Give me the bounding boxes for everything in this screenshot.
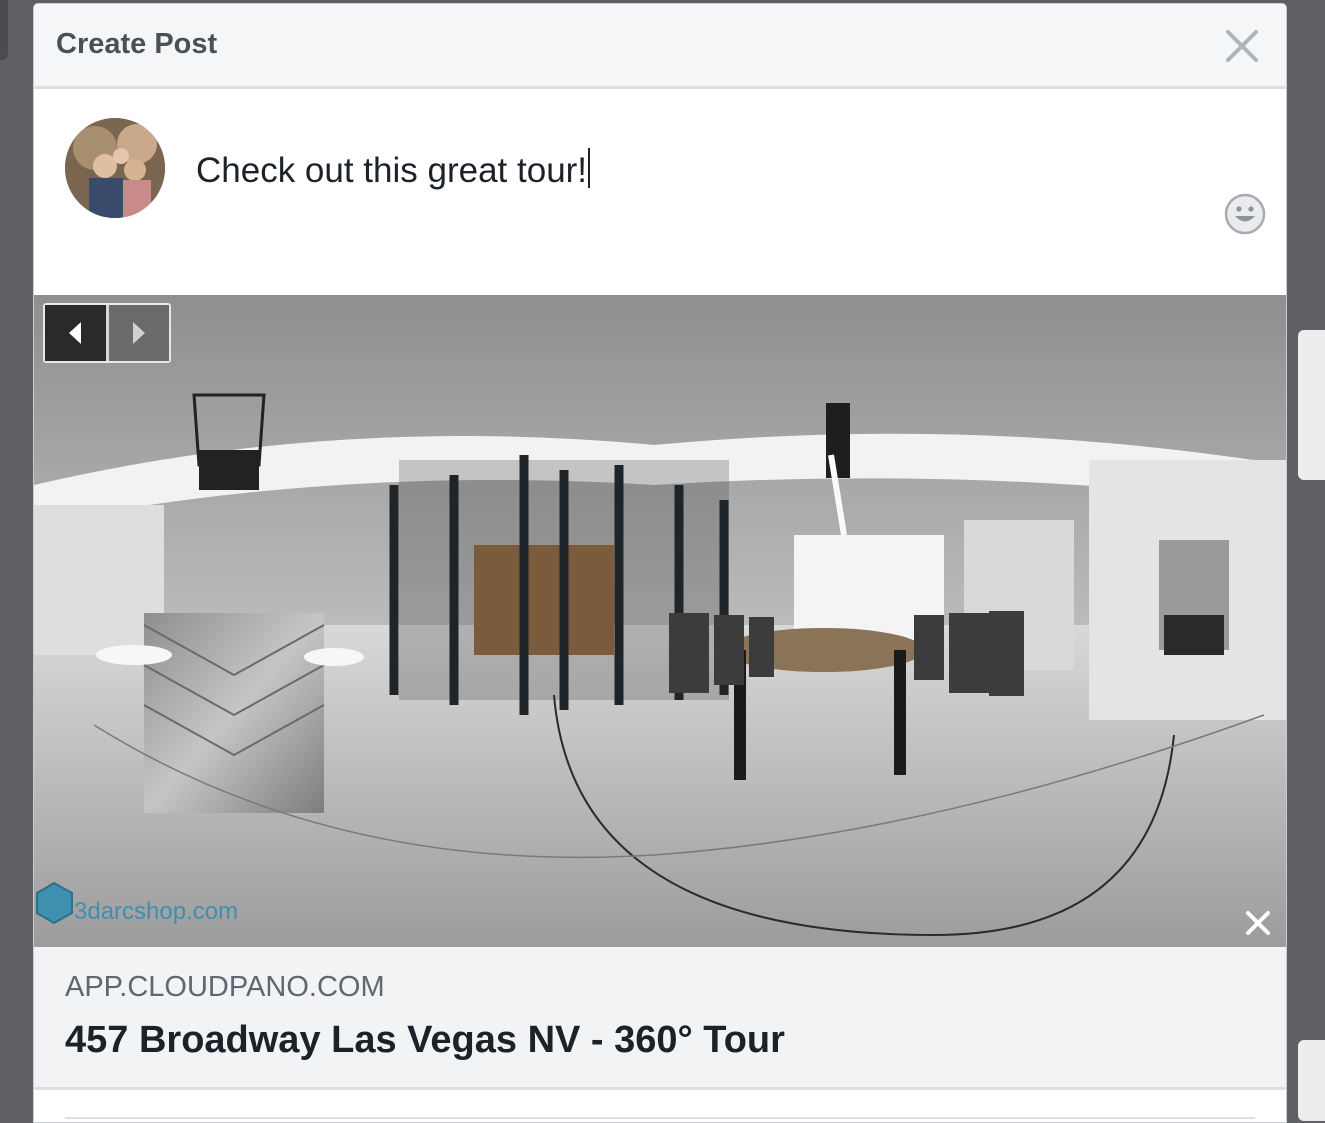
dialog-header: Create Post (34, 4, 1286, 89)
background-edge-right (1298, 330, 1325, 480)
dialog-title: Create Post (56, 28, 218, 60)
background-edge-right-lower (1298, 1040, 1325, 1121)
emoji-button[interactable] (1224, 193, 1266, 235)
chevron-left-icon (69, 322, 82, 344)
divider (65, 1117, 1255, 1119)
remove-preview-button[interactable] (1243, 908, 1273, 938)
panorama-image: 3darcshop.com (34, 295, 1286, 947)
text-caret (588, 148, 591, 188)
link-title: 457 Broadway Las Vegas NV - 360° Tour (65, 1019, 785, 1061)
link-preview-image[interactable]: 3darcshop.com (34, 295, 1286, 947)
close-icon (1226, 30, 1258, 62)
emoji-icon (1224, 193, 1266, 235)
close-button[interactable] (1220, 24, 1264, 68)
create-post-dialog: Create Post Check out this great tour! 3… (33, 3, 1287, 1123)
link-domain: APP.CLOUDPANO.COM (65, 971, 385, 1003)
watermark-text: 3darcshop.com (74, 898, 238, 925)
post-text-input[interactable]: Check out this great tour! (196, 148, 1176, 192)
link-info[interactable]: APP.CLOUDPANO.COM 457 Broadway Las Vegas… (34, 947, 1286, 1090)
chevron-right-icon (132, 322, 145, 344)
background-edge-left (0, 0, 8, 60)
carousel-nav (43, 303, 171, 363)
close-icon (1246, 911, 1270, 935)
avatar-photo (65, 118, 165, 218)
composer: Check out this great tour! (34, 89, 1286, 295)
avatar[interactable] (65, 118, 165, 218)
previous-button[interactable] (45, 305, 109, 361)
next-button[interactable] (108, 305, 169, 361)
post-text: Check out this great tour! (196, 151, 588, 190)
